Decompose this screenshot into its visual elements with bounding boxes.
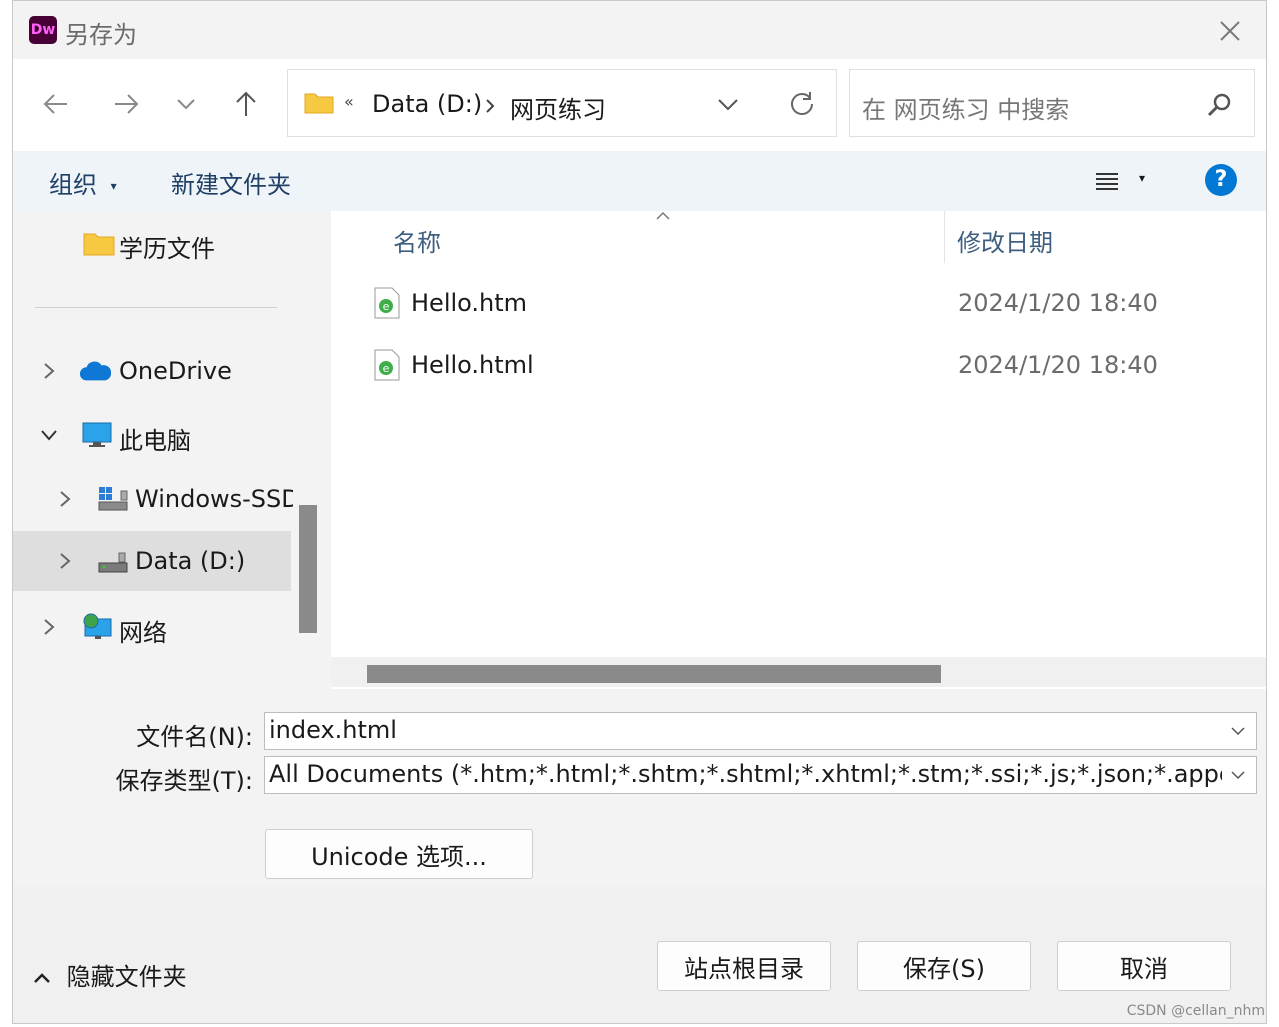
horizontal-scrollbar[interactable] (331, 657, 1266, 687)
chevron-down-icon (177, 99, 195, 110)
column-header-modified[interactable]: 修改日期 (957, 223, 1053, 258)
svg-text:e: e (383, 300, 390, 313)
navigation-row: « Data (D:) 网页练习 在 网页练习 中搜索 (13, 59, 1266, 151)
nav-item-this-pc[interactable]: 此电脑 (13, 405, 291, 465)
chevron-down-icon[interactable] (1228, 765, 1248, 785)
nav-divider (35, 307, 277, 308)
command-toolbar: 组织 ▾ 新建文件夹 ▾ ? (13, 151, 1266, 211)
navigation-scrollbar-thumb[interactable] (299, 505, 317, 633)
refresh-icon[interactable] (788, 90, 816, 118)
filename-input[interactable]: index.html (269, 716, 397, 744)
address-bar[interactable]: « Data (D:) 网页练习 (287, 69, 837, 137)
back-button[interactable] (33, 81, 79, 127)
nav-item-label: 网络 (119, 619, 167, 647)
file-row[interactable]: e Hello.htm 2024/1/20 18:40 (331, 273, 1266, 333)
horizontal-scrollbar-thumb[interactable] (367, 665, 941, 683)
chevron-down-icon[interactable] (39, 423, 59, 447)
nav-item-network[interactable]: 网络 (13, 597, 291, 657)
computer-monitor-icon (82, 422, 112, 447)
list-view-icon (1096, 173, 1118, 190)
nav-item-label: Data (D:) (135, 547, 246, 575)
hide-folders-toggle[interactable]: 隐藏文件夹 (33, 957, 187, 992)
file-list-pane: 名称 修改日期 e Hello.htm 2024/1/20 18:40 e He… (331, 211, 1266, 689)
search-input[interactable]: 在 网页练习 中搜索 (862, 90, 1069, 125)
save-as-dialog: Dw 另存为 « Data (D:) 网页练习 在 网页练习 中搜索 组织 ▾ … (12, 0, 1267, 1024)
title-bar: Dw 另存为 (13, 1, 1266, 59)
breadcrumb-separator-icon (486, 99, 495, 113)
new-folder-button[interactable]: 新建文件夹 (171, 165, 291, 200)
cancel-button[interactable]: 取消 (1057, 941, 1231, 991)
column-separator[interactable] (944, 211, 945, 263)
dropdown-triangle-icon: ▾ (110, 179, 117, 193)
search-icon[interactable] (1206, 92, 1232, 118)
svg-text:e: e (383, 362, 390, 375)
navigation-pane: 学历文件 OneDrive 此电脑 Windows-SSD Data (D:) … (13, 211, 293, 689)
drive-icon (98, 552, 128, 573)
watermark: CSDN @cellan_nhm (1126, 1003, 1265, 1019)
breadcrumb-overflow[interactable]: « (344, 92, 354, 111)
nav-item-label: 此电脑 (119, 427, 191, 455)
dropdown-triangle-icon: ▾ (1139, 171, 1146, 185)
recent-locations-button[interactable] (163, 81, 209, 127)
nav-item-label: 学历文件 (119, 235, 215, 263)
unicode-options-button[interactable]: Unicode 选项... (265, 829, 533, 879)
help-button[interactable]: ? (1205, 164, 1237, 196)
navigation-scrollbar[interactable] (299, 211, 319, 689)
dialog-footer: 隐藏文件夹 站点根目录 保存(S) 取消 (13, 887, 1266, 1023)
file-modified-date: 2024/1/20 18:40 (958, 351, 1158, 379)
windows-drive-icon (98, 487, 128, 511)
back-arrow-icon (43, 94, 67, 114)
organize-menu[interactable]: 组织 ▾ (49, 165, 117, 200)
view-options-button[interactable]: ▾ (1093, 167, 1153, 197)
nav-item-data-d[interactable]: Data (D:) (13, 531, 291, 591)
site-root-button[interactable]: 站点根目录 (657, 941, 831, 991)
filename-combobox[interactable]: index.html (264, 712, 1257, 750)
hide-folders-label: 隐藏文件夹 (66, 963, 187, 991)
save-button[interactable]: 保存(S) (857, 941, 1031, 991)
folder-icon (304, 93, 334, 114)
close-button[interactable] (1212, 13, 1248, 49)
up-button[interactable] (223, 81, 269, 127)
dreamweaver-app-icon: Dw (29, 16, 57, 44)
dialog-title: 另存为 (65, 21, 137, 49)
filetype-label: 保存类型(T): (115, 767, 253, 795)
nav-item-label: OneDrive (119, 357, 232, 385)
organize-label: 组织 (49, 171, 97, 199)
chevron-right-icon[interactable] (39, 359, 59, 383)
html-file-icon: e (374, 349, 400, 381)
nav-item-xueli[interactable]: 学历文件 (13, 213, 291, 273)
file-row[interactable]: e Hello.html 2024/1/20 18:40 (331, 335, 1266, 395)
forward-button[interactable] (103, 81, 149, 127)
sort-ascending-icon (656, 211, 670, 220)
network-icon (83, 613, 112, 639)
nav-item-onedrive[interactable]: OneDrive (13, 341, 291, 401)
save-form: 文件名(N): index.html 保存类型(T): All Document… (13, 689, 1266, 887)
forward-arrow-icon (115, 94, 139, 114)
file-name: Hello.html (411, 351, 534, 379)
search-box[interactable]: 在 网页练习 中搜索 (849, 69, 1255, 137)
nav-item-label: Windows-SSD (135, 485, 293, 513)
folder-icon (83, 233, 115, 256)
up-arrow-icon (236, 91, 256, 116)
column-header-name[interactable]: 名称 (393, 223, 441, 258)
filetype-select[interactable]: All Documents (*.htm;*.html;*.shtm;*.sht… (264, 756, 1257, 794)
nav-item-windows-ssd[interactable]: Windows-SSD (13, 469, 293, 529)
filetype-value: All Documents (*.htm;*.html;*.shtm;*.sht… (269, 760, 1222, 788)
chevron-right-icon[interactable] (55, 487, 75, 511)
help-icon: ? (1214, 167, 1228, 192)
html-file-icon: e (374, 287, 400, 319)
filename-label: 文件名(N): (136, 723, 253, 751)
chevron-right-icon[interactable] (39, 615, 59, 639)
file-name: Hello.htm (411, 289, 528, 317)
address-history-chevron-icon[interactable] (716, 92, 740, 116)
chevron-right-icon[interactable] (55, 549, 75, 573)
pane-splitter[interactable] (319, 211, 331, 689)
chevron-up-icon (34, 973, 50, 983)
breadcrumb-item-data-d[interactable]: Data (D:) (372, 90, 482, 118)
close-icon (1220, 21, 1240, 41)
chevron-down-icon[interactable] (1228, 721, 1248, 741)
onedrive-cloud-icon (79, 361, 111, 381)
breadcrumb-item-current[interactable]: 网页练习 (510, 90, 606, 125)
file-modified-date: 2024/1/20 18:40 (958, 289, 1158, 317)
